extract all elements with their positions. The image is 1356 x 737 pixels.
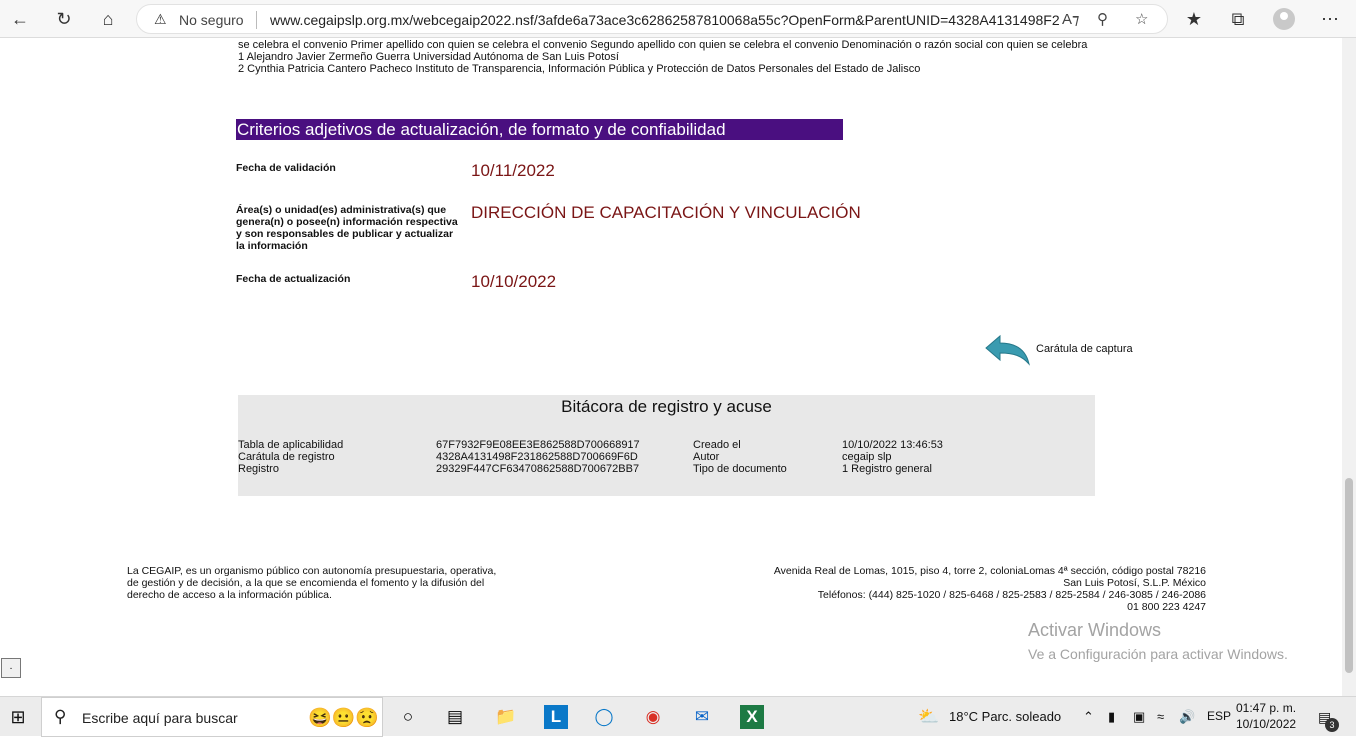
- bitacora-key: Tipo de documento: [693, 463, 787, 475]
- back-arrow-link-icon[interactable]: [984, 334, 1032, 366]
- field-value-area: DIRECCIÓN DE CAPACITACIÓN Y VINCULACIÓN: [471, 203, 861, 222]
- emoji-icon[interactable]: 😆😐😟: [308, 706, 379, 730]
- language-indicator[interactable]: ESP: [1207, 709, 1231, 723]
- favorite-add-icon[interactable]: ☆: [1135, 10, 1148, 28]
- windows-start-icon[interactable]: ⊞: [6, 705, 30, 729]
- read-aloud-icon[interactable]: A⁊: [1062, 10, 1079, 28]
- activate-windows-watermark: Activar Windows Ve a Configuración para …: [1028, 620, 1288, 662]
- zoom-icon[interactable]: ⚲: [1097, 10, 1108, 28]
- bitacora-value: 67F7932F9E08EE3E862588D700668917: [436, 439, 640, 451]
- footer-line: San Luis Potosí, S.L.P. México: [1063, 577, 1206, 589]
- edge-icon[interactable]: ◯: [592, 705, 616, 729]
- refresh-icon[interactable]: ↻: [51, 6, 77, 32]
- clock[interactable]: 01:47 p. m. 10/10/2022: [1236, 700, 1296, 732]
- collections-icon[interactable]: ⧉: [1225, 6, 1251, 32]
- chrome-icon[interactable]: ◉: [641, 705, 665, 729]
- address-bar[interactable]: ⚠ No seguro www.cegaipslp.org.mx/webcega…: [136, 4, 1168, 34]
- battery-icon[interactable]: ▮: [1108, 709, 1115, 725]
- dot-button[interactable]: .: [1, 658, 21, 678]
- clock-date: 10/10/2022: [1236, 717, 1297, 731]
- clock-time: 01:47 p. m.: [1236, 701, 1297, 715]
- table-row: 2 Cynthia Patricia Cantero Pacheco Insti…: [238, 63, 921, 75]
- back-arrow-icon[interactable]: ←: [7, 6, 33, 32]
- menu-icon[interactable]: ⋯: [1317, 6, 1343, 32]
- bitacora-panel: Bitácora de registro y acuse Tabla de ap…: [238, 395, 1095, 496]
- address-separator: [256, 11, 257, 29]
- volume-icon[interactable]: 🔊: [1179, 709, 1195, 725]
- section-title: Criterios adjetivos de actualización, de…: [236, 119, 843, 140]
- activate-title: Activar Windows: [1028, 620, 1162, 640]
- footer-left: La CEGAIP, es un organismo público con a…: [127, 565, 496, 601]
- footer-line: de gestión y de decisión, a la que se en…: [127, 577, 485, 589]
- widgets-icon[interactable]: ▤: [443, 705, 467, 729]
- security-status[interactable]: No seguro: [179, 12, 244, 28]
- footer-line: Avenida Real de Lomas, 1015, piso 4, tor…: [773, 565, 1206, 577]
- bitacora-key: Tabla de aplicabilidad: [238, 439, 344, 451]
- wifi-icon[interactable]: ≈: [1157, 709, 1164, 724]
- browser-toolbar: ← ↻ ⌂ ⚠ No seguro www.cegaipslp.org.mx/w…: [0, 0, 1356, 38]
- footer-line: La CEGAIP, es un organismo público con a…: [127, 565, 497, 577]
- field-label-validation-date: Fecha de validación: [236, 162, 336, 174]
- bitacora-key: Registro: [238, 463, 279, 475]
- tray-chevron-icon[interactable]: ⌃: [1083, 709, 1094, 725]
- bitacora-value: 1 Registro general: [842, 463, 932, 475]
- search-placeholder[interactable]: Escribe aquí para buscar: [82, 710, 238, 726]
- bitacora-title: Bitácora de registro y acuse: [561, 397, 772, 416]
- notification-badge: 3: [1325, 718, 1339, 732]
- weather-icon[interactable]: ⛅: [917, 705, 941, 729]
- footer-right: Avenida Real de Lomas, 1015, piso 4, tor…: [774, 565, 1206, 613]
- field-label-update-date: Fecha de actualización: [236, 273, 351, 285]
- task-view-icon[interactable]: ○: [396, 705, 420, 729]
- bitacora-key: Carátula de registro: [238, 451, 335, 463]
- bitacora-value: cegaip slp: [842, 451, 892, 463]
- url-text[interactable]: www.cegaipslp.org.mx/webcegaip2022.nsf/3…: [270, 12, 1060, 28]
- activate-subtitle: Ve a Configuración para activar Windows.: [1028, 646, 1288, 662]
- taskbar: ⊞ ⚲ Escribe aquí para buscar 😆😐😟 ○ ▤ 📁 L…: [0, 696, 1356, 737]
- back-link-label[interactable]: Carátula de captura: [1036, 343, 1133, 355]
- bitacora-value: 29329F447CF63470862588D700672BB7: [436, 463, 640, 475]
- bitacora-value: 4328A4131498F231862588D700669F6D: [436, 451, 638, 463]
- display-icon[interactable]: ▣: [1133, 709, 1145, 725]
- field-value-update-date: 10/10/2022: [471, 272, 557, 291]
- field-label-area: Área(s) o unidad(es) administrativa(s) q…: [236, 204, 458, 252]
- profile-avatar[interactable]: [1273, 8, 1295, 30]
- footer-line: derecho de acceso a la información públi…: [127, 589, 332, 601]
- bitacora-key: Autor: [693, 451, 720, 463]
- home-icon[interactable]: ⌂: [95, 6, 121, 32]
- scrollbar-thumb[interactable]: [1345, 478, 1353, 673]
- taskbar-search[interactable]: ⚲ Escribe aquí para buscar 😆😐😟: [41, 697, 383, 737]
- footer-line: 01 800 223 4247: [1127, 601, 1206, 613]
- bitacora-value: 10/10/2022 13:46:53: [842, 439, 943, 451]
- l-app-icon[interactable]: L: [544, 705, 568, 729]
- table-row: 1 Alejandro Javier Zermeño Guerra Univer…: [238, 51, 619, 63]
- field-value-validation-date: 10/11/2022: [471, 161, 555, 180]
- search-icon: ⚲: [54, 707, 67, 726]
- table-header-line: se celebra el convenio Primer apellido c…: [238, 39, 1088, 51]
- mail-icon[interactable]: ✉: [690, 705, 714, 729]
- excel-icon[interactable]: X: [740, 705, 764, 729]
- file-explorer-icon[interactable]: 📁: [494, 705, 518, 729]
- vertical-scrollbar[interactable]: [1342, 38, 1356, 696]
- bitacora-key: Creado el: [693, 439, 741, 451]
- page-content: se celebra el convenio Primer apellido c…: [0, 38, 1342, 696]
- weather-text[interactable]: 18°C Parc. soleado: [949, 709, 1061, 724]
- warning-icon[interactable]: ⚠: [154, 11, 167, 28]
- footer-line: Teléfonos: (444) 825-1020 / 825-6468 / 8…: [817, 589, 1206, 601]
- favorites-icon[interactable]: ★: [1181, 6, 1207, 32]
